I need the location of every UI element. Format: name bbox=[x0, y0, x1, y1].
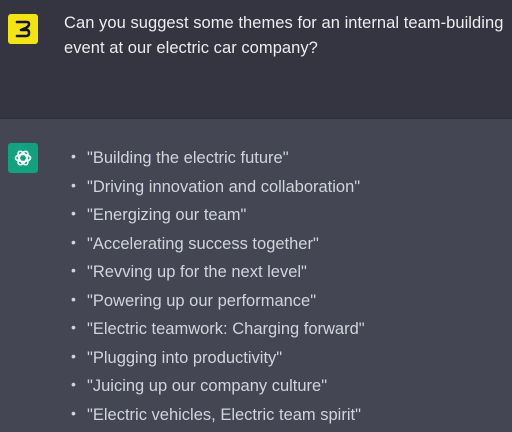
theme-suggestion-list: • "Building the electric future" • "Drivin… bbox=[70, 146, 365, 431]
user-message-text: Can you suggest some themes for an inter… bbox=[64, 14, 504, 57]
list-item: • "Accelerating success together" bbox=[70, 232, 365, 261]
list-item-text: "Driving innovation and collaboration" bbox=[87, 177, 361, 196]
list-item-text: "Electric vehicles, Electric team spirit… bbox=[87, 405, 361, 424]
bullet: • bbox=[71, 290, 76, 307]
bullet: • bbox=[71, 376, 76, 392]
bullet: • bbox=[71, 319, 76, 335]
list-item: • "Powering up our performance" bbox=[70, 289, 365, 318]
bullet: • bbox=[71, 347, 76, 364]
user-avatar bbox=[8, 14, 38, 44]
bullet: • bbox=[71, 148, 76, 164]
list-item: • "Energizing our team" bbox=[70, 203, 365, 232]
list-item-text: "Energizing our team" bbox=[87, 206, 247, 224]
chat-page: Can you suggest some themes for an inter… bbox=[0, 0, 512, 432]
list-item-text: "Building the electric future" bbox=[87, 149, 289, 167]
user-message: Can you suggest some themes for an inter… bbox=[0, 0, 512, 119]
list-item: • "Juicing up our company culture" bbox=[70, 374, 365, 403]
list-item: • "Building the electric future" bbox=[70, 146, 365, 175]
list-item-text: "Plugging into productivity" bbox=[87, 348, 283, 367]
assistant-avatar bbox=[8, 143, 38, 173]
list-item: • "Driving innovation and collaboration" bbox=[70, 175, 365, 204]
assistant-message: • "Building the electric future" • "Drivin… bbox=[0, 119, 512, 432]
bullet: • bbox=[71, 233, 76, 250]
bullet: • bbox=[71, 404, 76, 421]
list-item: • "Plugging into productivity" bbox=[70, 346, 365, 375]
list-item: • "Electric vehicles, Electric team spiri… bbox=[70, 403, 365, 432]
list-item-text: "Revving up for the next level" bbox=[87, 263, 307, 281]
bullet: • bbox=[71, 176, 76, 193]
bullet: • bbox=[71, 262, 76, 278]
list-item-text: "Electric teamwork: Charging forward" bbox=[87, 320, 365, 338]
bullet: • bbox=[71, 205, 76, 221]
list-item: • "Revving up for the next level" bbox=[70, 260, 365, 289]
list-item-text: "Accelerating success together" bbox=[87, 234, 319, 253]
user-logo-icon bbox=[15, 20, 31, 38]
list-item: • "Electric teamwork: Charging forward" bbox=[70, 317, 365, 346]
openai-logo-icon bbox=[14, 150, 32, 166]
list-item-text: "Powering up our performance" bbox=[87, 291, 317, 310]
list-item-text: "Juicing up our company culture" bbox=[87, 377, 328, 395]
